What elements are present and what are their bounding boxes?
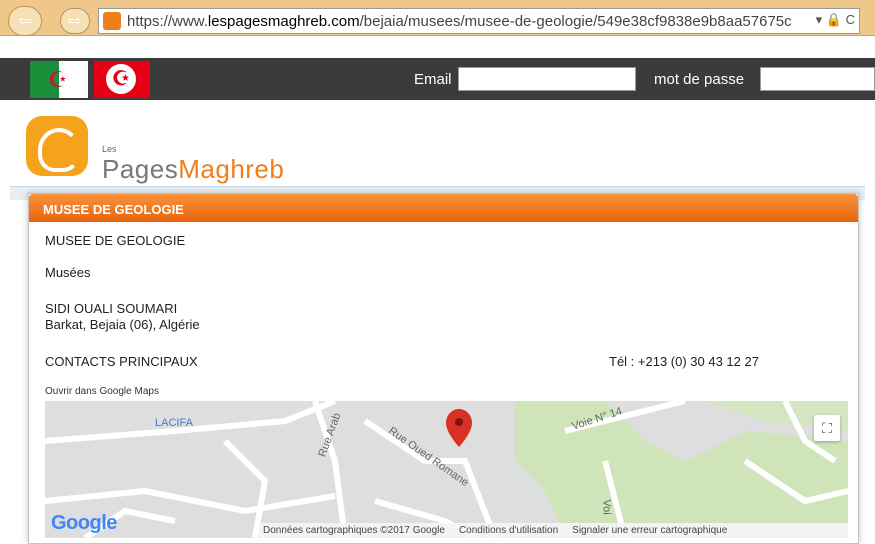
email-field[interactable] — [458, 67, 636, 91]
map-label-lacifa: LACIFA — [155, 417, 193, 429]
detail-panel: MUSEE DE GEOLOGIE MUSEE DE GEOLOGIE Musé… — [28, 193, 859, 544]
open-in-google-maps-link[interactable]: Ouvrir dans Google Maps — [45, 386, 159, 397]
site-favicon-icon — [103, 12, 121, 30]
address-line-2: Barkat, Bejaia (06), Algérie — [45, 317, 200, 332]
password-label: mot de passe — [654, 71, 745, 88]
logo-text: PagesMaghreb — [102, 154, 285, 184]
password-field[interactable] — [760, 67, 875, 91]
map-embed[interactable]: LACIFA Rue Arab Rue Oued Romane Voie N° … — [45, 401, 848, 538]
google-logo: Google — [51, 512, 117, 534]
report-error-link[interactable]: Signaler une erreur cartographique — [572, 525, 727, 536]
place-category[interactable]: Musées — [45, 265, 91, 280]
place-name: MUSEE DE GEOLOGIE — [45, 233, 186, 248]
address-line-1: SIDI OUALI SOUMARI — [45, 301, 178, 316]
arrow-left-icon: ⇦ — [18, 13, 32, 30]
site-top-bar: ☪ ☪ Email mot de passe — [0, 58, 875, 100]
forward-button[interactable]: ⇨ — [60, 8, 90, 34]
email-label: Email — [414, 71, 452, 88]
phone-number[interactable]: Tél : +213 (0) 30 43 12 27 — [609, 354, 759, 369]
lock-refresh-icon[interactable]: ▾ 🔒 C — [811, 12, 855, 28]
algeria-flag-icon[interactable]: ☪ — [30, 61, 88, 98]
logo-les: Les — [102, 144, 117, 154]
url-text: https://www.lespagesmaghreb.com/bejaia/m… — [127, 12, 792, 30]
map-label-voi: Voi — [600, 499, 613, 515]
map-data-credit: Données cartographiques ©2017 Google — [263, 525, 445, 536]
contacts-heading: CONTACTS PRINCIPAUX — [45, 354, 198, 369]
address-bar[interactable]: https://www.lespagesmaghreb.com/bejaia/m… — [98, 8, 860, 34]
logo-mark-icon — [26, 116, 88, 176]
back-button[interactable]: ⇦ — [8, 6, 42, 36]
browser-toolbar: ⇦ ⇨ https://www.lespagesmaghreb.com/beja… — [0, 0, 875, 36]
terms-link[interactable]: Conditions d'utilisation — [459, 525, 558, 536]
fullscreen-icon[interactable]: ⛶ — [814, 415, 840, 441]
panel-title: MUSEE DE GEOLOGIE — [29, 194, 858, 222]
arrow-right-icon: ⇨ — [68, 13, 82, 30]
map-attribution: Données cartographiques ©2017 Google Con… — [259, 523, 848, 538]
tunisia-flag-icon[interactable]: ☪ — [94, 61, 150, 98]
